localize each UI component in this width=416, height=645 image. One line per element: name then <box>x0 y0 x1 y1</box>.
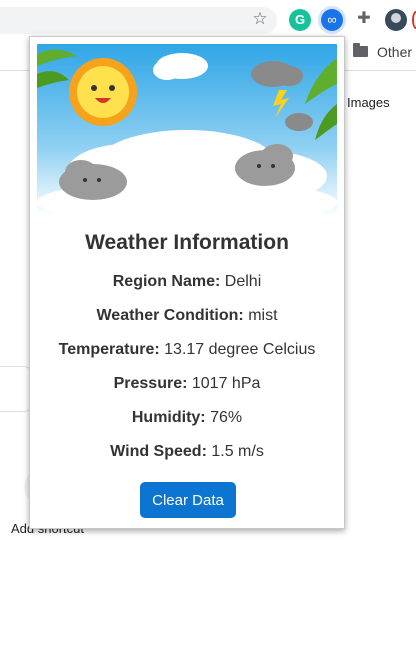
humidity-label: Humidity: <box>131 409 206 426</box>
region-label: Region Name: <box>112 273 221 290</box>
condition-value: mist <box>248 307 278 324</box>
extensions-puzzle-icon[interactable]: ✚ <box>354 9 374 29</box>
folder-icon <box>353 43 368 57</box>
weather-extension-icon[interactable]: ∞ <box>321 9 343 31</box>
humidity-value: 76% <box>210 409 243 426</box>
wind-speed-label: Wind Speed: <box>110 443 207 460</box>
region-row: Region Name: Delhi <box>30 273 344 291</box>
popup-title: Weather Information <box>85 231 289 254</box>
condition-row: Weather Condition: mist <box>30 307 344 325</box>
pressure-row: Pressure: 1017 hPa <box>30 375 344 393</box>
weather-illustration-icon <box>37 44 337 216</box>
weather-banner-image <box>37 44 337 216</box>
wind-speed-row: Wind Speed: 1.5 m/s <box>30 443 344 461</box>
humidity-row: Humidity: 76% <box>30 409 344 427</box>
menu-icon-edge[interactable] <box>412 11 416 29</box>
address-bar[interactable] <box>0 7 277 34</box>
search-box-edge[interactable] <box>0 366 32 412</box>
region-value: Delhi <box>224 273 262 290</box>
clear-data-button[interactable]: Clear Data <box>140 482 236 518</box>
browser-toolbar: ☆ G ∞ ✚ <box>0 0 416 36</box>
pressure-value: 1017 hPa <box>191 375 261 392</box>
images-link[interactable]: Images <box>347 95 390 110</box>
temperature-label: Temperature: <box>58 341 160 358</box>
other-bookmarks-label[interactable]: Other <box>377 44 412 60</box>
bookmark-star-icon[interactable]: ☆ <box>250 9 270 29</box>
temperature-row: Temperature: 13.17 degree Celcius <box>30 341 344 359</box>
temperature-value: 13.17 degree Celcius <box>164 341 316 358</box>
pressure-label: Pressure: <box>113 375 188 392</box>
grammarly-extension-icon[interactable]: G <box>289 9 311 31</box>
condition-label: Weather Condition: <box>96 307 244 324</box>
profile-avatar[interactable] <box>385 9 407 31</box>
weather-popup: Weather Information Region Name: Delhi W… <box>29 36 345 529</box>
wind-speed-value: 1.5 m/s <box>211 443 264 460</box>
